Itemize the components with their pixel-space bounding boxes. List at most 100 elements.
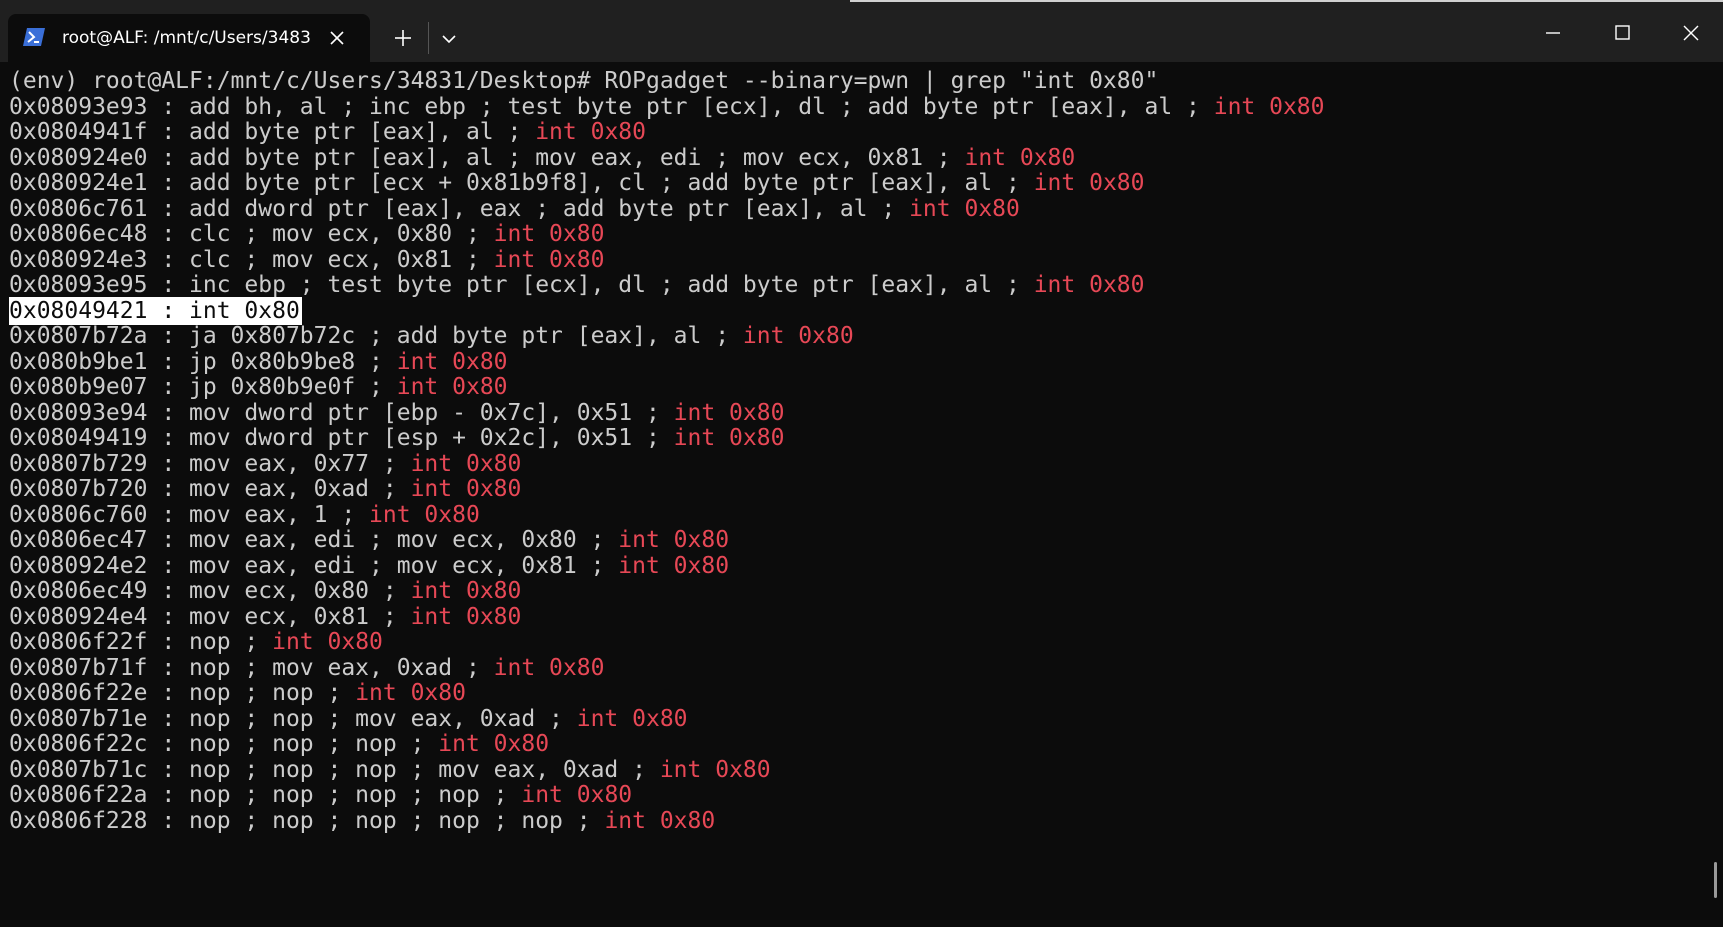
close-icon[interactable] [326,27,348,49]
output-line: 0x0806c760 : mov eax, 1 ; int 0x80 [9,501,480,529]
line-highlight: int 0x80 [604,807,716,834]
output-line: 0x080924e4 : mov ecx, 0x81 ; int 0x80 [9,603,521,631]
new-tab-button[interactable] [389,24,417,52]
line-text: 0x0806f22f : nop ; [9,629,273,655]
line-text: 0x0806f22e : nop ; nop ; [9,680,356,706]
output-line: 0x0807b720 : mov eax, 0xad ; int 0x80 [9,475,521,503]
line-text: 0x08093e94 : mov dword ptr [ebp - 0x7c],… [9,399,674,426]
line-highlight: int 0x80 [964,144,1076,171]
line-highlight: int 0x80 [410,603,522,630]
output-line: 0x080924e1 : add byte ptr [ecx + 0x81b9f… [9,169,1144,197]
line-text: 0x080924e1 : add byte ptr [ecx + 0x81b9f… [9,170,1034,196]
line-highlight: int 0x80 [673,425,785,451]
line-text: 0x08049421 : int 0x80 [9,297,300,324]
line-highlight: int 0x80 [535,119,646,145]
output-line: 0x0806f22c : nop ; nop ; nop ; int 0x80 [9,730,549,758]
line-highlight: int 0x80 [618,552,730,579]
line-text: 0x0807b71e : nop ; nop ; mov eax, 0xad ; [9,705,577,732]
output-line: 0x0807b729 : mov eax, 0x77 ; int 0x80 [9,450,521,478]
line-highlight: int 0x80 [369,501,480,528]
close-icon [1683,25,1699,41]
output-line: 0x080924e0 : add byte ptr [eax], al ; mo… [9,144,1075,172]
title-bar[interactable]: root@ALF: /mnt/c/Users/3483 [0,0,1723,62]
line-text: 0x0806f228 : nop ; nop ; nop ; nop ; nop… [9,807,605,834]
minimize-button[interactable] [1534,18,1572,48]
maximize-icon [1615,25,1630,40]
line-highlight: int 0x80 [1033,170,1145,196]
output-line: 0x0807b72a : ja 0x807b72c ; add byte ptr… [9,322,854,350]
line-highlight: int 0x80 [410,476,522,502]
output-line: 0x080924e3 : clc ; mov ecx, 0x81 ; int 0… [9,246,604,274]
line-text: 0x0807b71c : nop ; nop ; nop ; mov eax, … [9,756,660,783]
output-line: 0x0807b71e : nop ; nop ; mov eax, 0xad ;… [9,705,688,733]
output-line: 0x0806f22f : nop ; int 0x80 [9,628,383,656]
output-line: 0x0806ec47 : mov eax, edi ; mov ecx, 0x8… [9,526,729,554]
line-text: 0x080b9e07 : jp 0x80b9e0f ; [9,374,397,400]
line-text: 0x0806ec47 : mov eax, edi ; mov ecx, 0x8… [9,527,619,553]
output-line: 0x0806ec49 : mov ecx, 0x80 ; int 0x80 [9,577,521,605]
line-text: 0x080924e2 : mov eax, edi ; mov ecx, 0x8… [9,552,619,579]
line-text: 0x0806c761 : add dword ptr [eax], eax ; … [9,195,910,222]
tab-title: root@ALF: /mnt/c/Users/3483 [62,28,311,48]
line-highlight: int 0x80 [396,374,508,400]
line-text: 0x08093e95 : inc ebp ; test byte ptr [ec… [9,272,1034,298]
command-line: (env) root@ALF:/mnt/c/Users/34831/Deskto… [9,67,1158,95]
output-line: 0x08093e95 : inc ebp ; test byte ptr [ec… [9,271,1144,299]
line-text: 0x080924e3 : clc ; mov ecx, 0x81 ; [9,246,494,273]
output-line: 0x080924e2 : mov eax, edi ; mov ecx, 0x8… [9,552,729,580]
line-highlight: int 0x80 [1213,93,1325,120]
line-text: 0x08049419 : mov dword ptr [esp + 0x2c],… [9,425,674,451]
output-line: 0x08093e94 : mov dword ptr [ebp - 0x7c],… [9,399,784,427]
tab-dropdown-button[interactable] [436,26,462,52]
maximize-button[interactable] [1603,18,1641,48]
output-line: 0x0806c761 : add dword ptr [eax], eax ; … [9,195,1020,223]
line-highlight: int 0x80 [521,782,633,808]
terminal-output[interactable]: (env) root@ALF:/mnt/c/Users/34831/Deskto… [0,62,1723,927]
line-text: 0x080b9be1 : jp 0x80b9be8 ; [9,348,397,375]
line-highlight: int 0x80 [493,246,605,273]
line-text: 0x08093e93 : add bh, al ; inc ebp ; test… [9,93,1214,120]
terminal-window: root@ALF: /mnt/c/Users/3483 (env) root@A… [0,0,1723,927]
line-text: 0x0806f22c : nop ; nop ; nop ; [9,731,439,757]
line-highlight: int 0x80 [272,629,383,655]
plus-icon [395,30,411,46]
line-highlight: int 0x80 [742,323,854,349]
line-text: 0x080924e0 : add byte ptr [eax], al ; mo… [9,144,965,171]
line-highlight: int 0x80 [618,527,730,553]
line-highlight: int 0x80 [410,450,522,477]
line-highlight: int 0x80 [410,578,522,604]
line-text: 0x0804941f : add byte ptr [eax], al ; [9,119,536,145]
line-highlight: int 0x80 [673,399,785,426]
line-highlight: int 0x80 [355,680,466,706]
line-text: 0x0807b72a : ja 0x807b72c ; add byte ptr… [9,323,743,349]
line-highlight: int 0x80 [396,348,508,375]
line-text: 0x0807b71f : nop ; mov eax, 0xad ; [9,654,494,681]
powershell-icon [23,28,45,46]
output-line: 0x0806f22e : nop ; nop ; int 0x80 [9,679,466,707]
line-text: 0x080924e4 : mov ecx, 0x81 ; [9,603,411,630]
output-line: 0x0806ec48 : clc ; mov ecx, 0x80 ; int 0… [9,220,604,248]
line-text: 0x0806ec49 : mov ecx, 0x80 ; [9,578,411,604]
chevron-down-icon [442,35,456,44]
title-bar-top-edge [850,0,1723,2]
output-line: 0x08093e93 : add bh, al ; inc ebp ; test… [9,93,1325,121]
line-highlight: int 0x80 [909,195,1020,222]
close-window-button[interactable] [1672,18,1710,48]
line-highlight: int 0x80 [1033,272,1145,298]
line-highlight: int 0x80 [576,705,688,732]
terminal-tab[interactable]: root@ALF: /mnt/c/Users/3483 [8,14,370,62]
line-text: 0x0806f22a : nop ; nop ; nop ; nop ; [9,782,522,808]
output-line: 0x08049419 : mov dword ptr [esp + 0x2c],… [9,424,784,452]
line-highlight: int 0x80 [493,654,605,681]
output-line: 0x080b9be1 : jp 0x80b9be8 ; int 0x80 [9,348,508,376]
line-text: (env) root@ALF:/mnt/c/Users/34831/Deskto… [9,68,1159,94]
output-line: 0x0806f228 : nop ; nop ; nop ; nop ; nop… [9,807,715,835]
output-line: 0x0806f22a : nop ; nop ; nop ; nop ; int… [9,781,632,809]
line-text: 0x0807b720 : mov eax, 0xad ; [9,476,411,502]
output-line: 0x0807b71c : nop ; nop ; nop ; mov eax, … [9,756,771,784]
minimize-icon [1546,32,1560,34]
line-text: 0x0806ec48 : clc ; mov ecx, 0x80 ; [9,221,494,247]
output-line: 0x0804941f : add byte ptr [eax], al ; in… [9,118,646,146]
scrollbar-thumb[interactable] [1714,862,1717,898]
line-highlight: int 0x80 [438,731,550,757]
